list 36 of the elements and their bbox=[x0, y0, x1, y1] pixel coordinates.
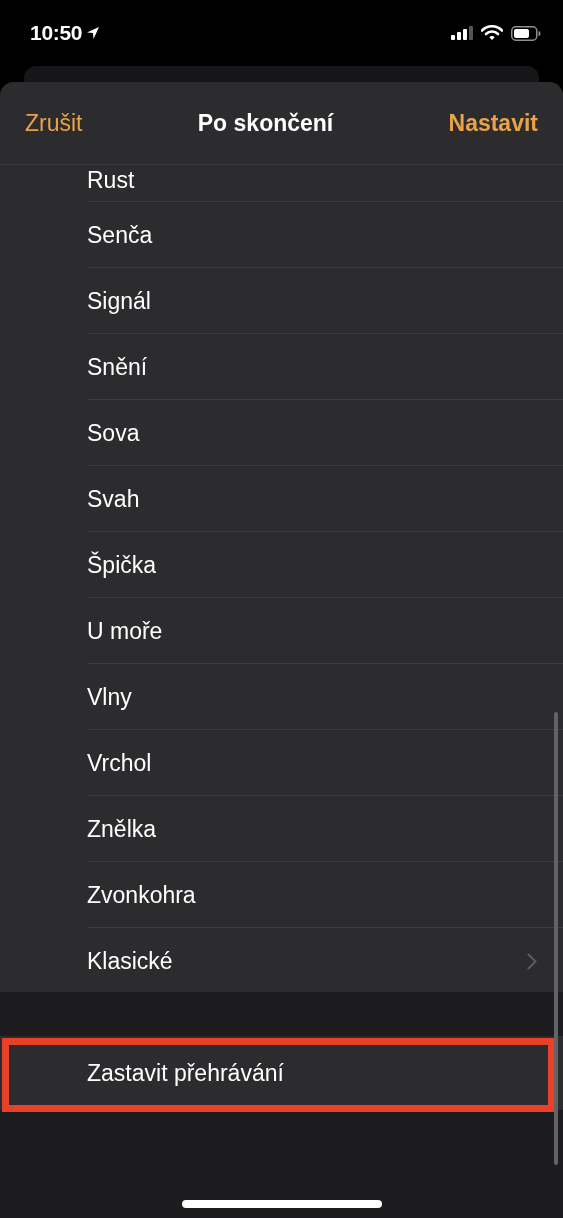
sound-list-item[interactable]: Svah bbox=[0, 466, 563, 532]
sound-list-item[interactable]: Znělka bbox=[0, 796, 563, 862]
sound-name: Snění bbox=[87, 353, 148, 381]
sound-name: Signál bbox=[87, 287, 151, 315]
sound-name: Vlny bbox=[87, 683, 132, 711]
sound-list-item[interactable]: Vlny bbox=[0, 664, 563, 730]
sound-name: Senča bbox=[87, 221, 153, 249]
location-arrow-icon bbox=[86, 26, 101, 40]
sound-list-item[interactable]: Sova bbox=[0, 400, 563, 466]
battery-icon bbox=[511, 25, 541, 41]
sound-name: Špička bbox=[87, 551, 157, 579]
sound-list-item[interactable]: Zvonkohra bbox=[0, 862, 563, 928]
sound-name: Sova bbox=[87, 419, 140, 447]
sound-name: Znělka bbox=[87, 815, 157, 843]
sheet-title: Po skončení bbox=[197, 109, 334, 137]
sound-name: Klasické bbox=[87, 947, 173, 975]
chevron-right-icon bbox=[527, 952, 537, 970]
cancel-button[interactable]: Zrušit bbox=[25, 109, 83, 137]
clock-time: 10:50 bbox=[30, 21, 83, 45]
signal-icon bbox=[451, 26, 473, 40]
option-label: Zastavit přehrávání bbox=[87, 1059, 284, 1087]
sound-name: Rust bbox=[87, 167, 135, 194]
sound-list-item[interactable]: Signál bbox=[0, 268, 563, 334]
sound-name: Vrchol bbox=[87, 749, 152, 777]
sound-list-item[interactable]: Špička bbox=[0, 532, 563, 598]
wifi-icon bbox=[481, 25, 503, 41]
sound-list-item[interactable]: Snění bbox=[0, 334, 563, 400]
sound-list-item[interactable]: Klasické bbox=[0, 928, 563, 992]
set-button[interactable]: Nastavit bbox=[448, 109, 538, 137]
sound-list-item[interactable]: Vrchol bbox=[0, 730, 563, 796]
sound-list-item[interactable]: Senča bbox=[0, 202, 563, 268]
sound-name: U moře bbox=[87, 617, 163, 645]
sound-list-item[interactable]: Rust bbox=[0, 165, 563, 202]
sound-name: Zvonkohra bbox=[87, 881, 196, 909]
sound-list-item[interactable]: U moře bbox=[0, 598, 563, 664]
sound-name: Svah bbox=[87, 485, 140, 513]
